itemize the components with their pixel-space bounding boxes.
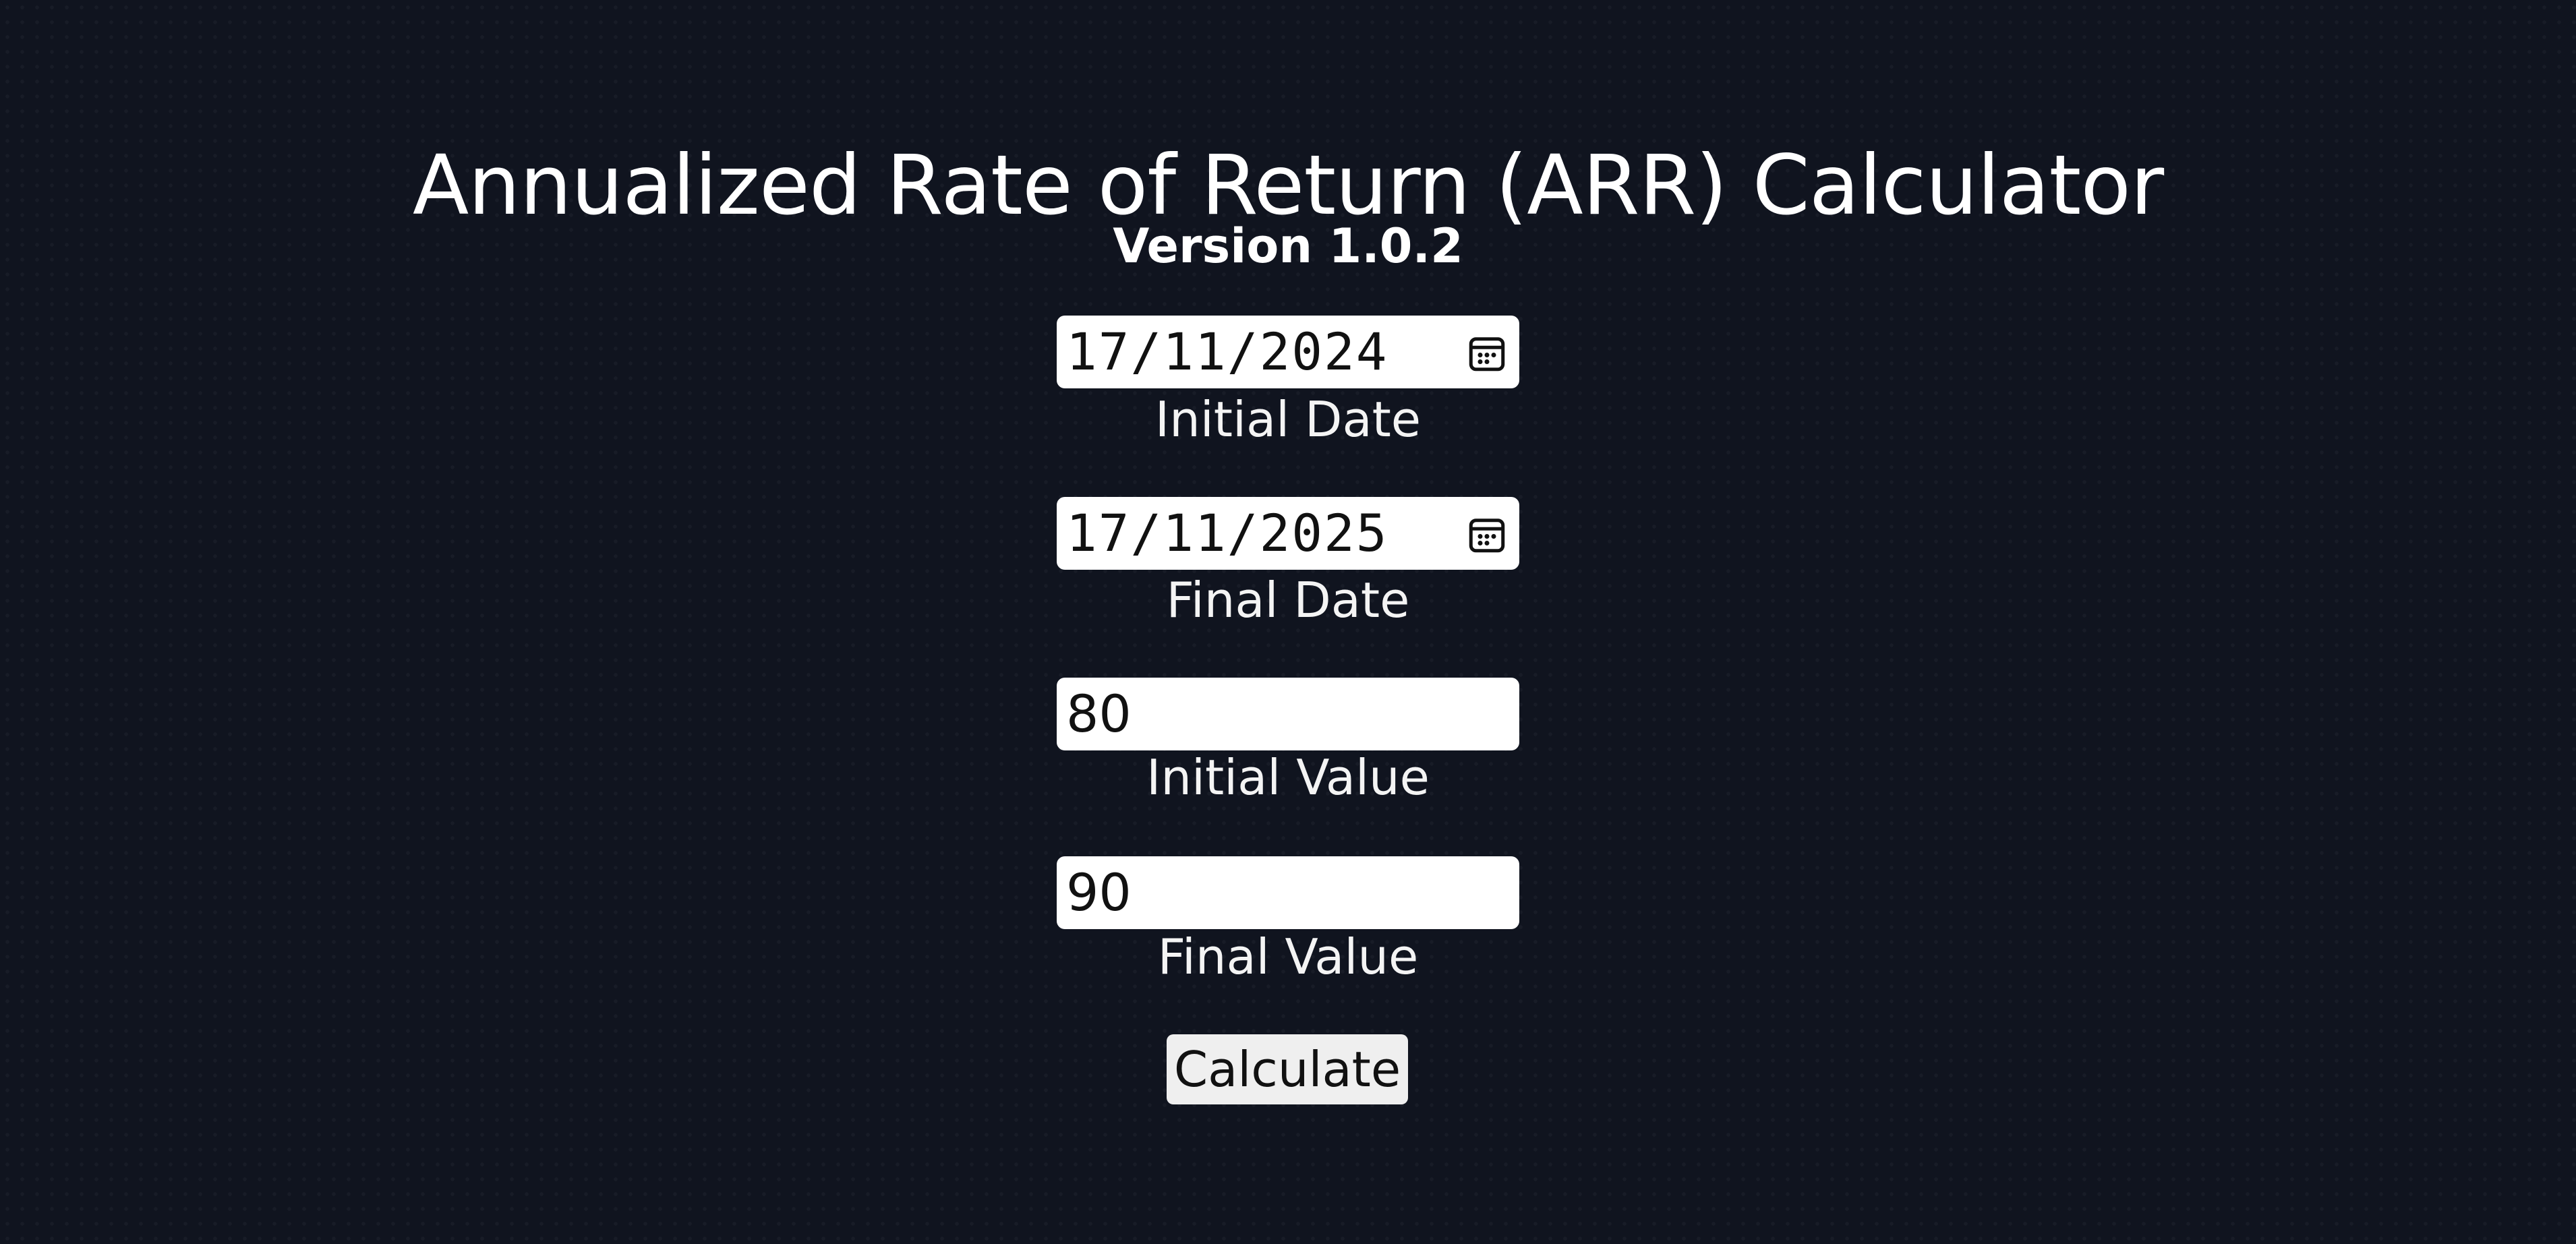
final-value-label: Final Value xyxy=(1157,928,1419,985)
calculate-button[interactable]: Calculate xyxy=(1167,1034,1408,1104)
final-date-value: 17/11/2025 xyxy=(1066,503,1388,563)
initial-value-input[interactable]: 80 xyxy=(1057,678,1519,750)
version-label: Version 1.0.2 xyxy=(1113,218,1463,274)
initial-date-value: 17/11/2024 xyxy=(1066,322,1388,382)
initial-date-input[interactable]: 17/11/2024 xyxy=(1057,316,1519,388)
initial-value-label: Initial Value xyxy=(1146,749,1430,806)
calendar-icon[interactable] xyxy=(1467,333,1507,374)
initial-value-value: 80 xyxy=(1066,684,1132,744)
arr-calculator-app: Annualized Rate of Return (ARR) Calculat… xyxy=(0,0,2576,1244)
final-value-value: 90 xyxy=(1066,862,1132,922)
initial-date-label: Initial Date xyxy=(1154,391,1422,448)
calendar-icon[interactable] xyxy=(1467,514,1507,555)
final-value-input[interactable]: 90 xyxy=(1057,856,1519,929)
final-date-input[interactable]: 17/11/2025 xyxy=(1057,497,1519,570)
final-date-label: Final Date xyxy=(1166,572,1410,628)
